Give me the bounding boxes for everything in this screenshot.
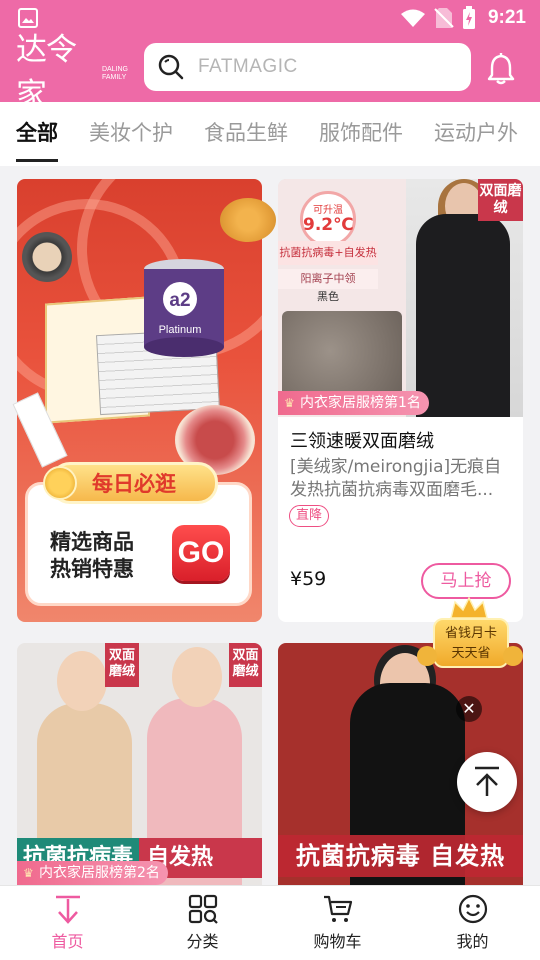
app-logo[interactable]: 达令家 DALING FAMILY xyxy=(16,32,128,113)
rank-badge: 内衣家居服榜第1名 xyxy=(278,391,429,415)
svg-text:a2: a2 xyxy=(169,290,190,311)
promo-line-2: 热销特惠 xyxy=(50,557,134,581)
nav-home-label: 首页 xyxy=(51,932,84,951)
category-tabs: 全部 美妆个护 食品生鲜 服饰配件 运动户外 xyxy=(0,102,540,166)
coin-icon xyxy=(43,466,77,500)
product-image: 双面磨绒 可升温9.2℃ 抗菌抗病毒+自发热 阳离子中领 黑色 内衣家居服榜第1… xyxy=(278,179,523,417)
cushion-compact-image xyxy=(22,232,72,282)
promo-line-1: 精选商品 xyxy=(50,530,134,554)
tab-sports[interactable]: 运动户外 xyxy=(434,102,518,166)
status-time: 9:21 xyxy=(487,7,526,28)
cart-icon xyxy=(323,895,352,922)
product-image-tag: 双面磨绒 xyxy=(229,643,262,687)
tab-apparel[interactable]: 服饰配件 xyxy=(319,102,403,166)
smile-profile-icon xyxy=(458,894,487,924)
bottom-nav: 首页 分类 购物车 我的 xyxy=(0,885,540,960)
svg-text:Platinum: Platinum xyxy=(159,324,202,336)
model-black-top xyxy=(416,214,510,417)
nav-category[interactable]: 分类 xyxy=(135,886,270,960)
back-to-top-button[interactable] xyxy=(457,752,517,812)
close-float-icon[interactable]: ✕ xyxy=(456,696,482,722)
search-input[interactable]: FATMAGIC xyxy=(144,43,471,91)
buy-now-button[interactable]: 马上抢 xyxy=(421,563,511,599)
nav-profile-label: 我的 xyxy=(456,932,489,951)
price-drop-tag: 直降 xyxy=(289,505,330,527)
product-description: [美绒家/meirongjia]无痕自发热抗菌抗病毒双面磨毛... xyxy=(290,457,502,500)
back-to-top-icon xyxy=(475,766,499,796)
nav-cart-label: 购物车 xyxy=(313,932,362,951)
temperature-badge: 可升温 9.2℃ xyxy=(300,191,356,247)
crown-icon xyxy=(450,596,488,619)
nav-cart[interactable]: 购物车 xyxy=(270,886,405,960)
no-sim-icon xyxy=(434,8,454,28)
tab-food[interactable]: 食品生鲜 xyxy=(204,102,288,166)
savings-card-plaque: 省钱月卡 天天省 xyxy=(433,618,509,668)
product-image-tag: 双面磨绒 xyxy=(478,179,523,221)
product-card-1[interactable]: 双面磨绒 可升温9.2℃ 抗菌抗病毒+自发热 阳离子中领 黑色 内衣家居服榜第1… xyxy=(278,179,523,622)
go-button[interactable]: GO xyxy=(172,525,230,581)
category-grid-icon xyxy=(188,894,218,924)
nav-category-label: 分类 xyxy=(186,932,219,951)
savings-month-card-float[interactable]: 省钱月卡 天天省 xyxy=(417,596,523,684)
logo-text: 达令家 xyxy=(16,32,77,113)
image-strip-3: 黑色 xyxy=(317,290,339,303)
tab-beauty[interactable]: 美妆个护 xyxy=(89,102,173,166)
coin-icon xyxy=(503,646,523,666)
home-arrow-icon xyxy=(55,895,80,924)
logo-subtext: DALING FAMILY xyxy=(101,66,128,81)
product-title: 三领速暖双面磨绒 xyxy=(290,431,434,452)
image-strip-1: 抗菌抗病毒+自发热 xyxy=(278,241,378,265)
search-placeholder: FATMAGIC xyxy=(198,56,298,77)
coin-icon xyxy=(417,646,437,666)
product-card-2[interactable]: 双面磨绒 双面磨绒 抗菌抗病毒 自发热 内衣家居服榜第2名 xyxy=(17,643,262,885)
nav-home[interactable]: 首页 xyxy=(0,886,135,960)
rank-badge: 内衣家居服榜第2名 xyxy=(17,861,168,885)
battery-charging-icon xyxy=(462,6,475,29)
milk-can-image: a2 Platinum xyxy=(144,259,224,357)
product-image-tag: 双面磨绒 xyxy=(105,643,139,687)
promo-band: 抗菌抗病毒 自发热 xyxy=(278,835,523,877)
model-b-face xyxy=(172,647,222,707)
cookie-image xyxy=(220,198,276,242)
app-header: 达令家 DALING FAMILY FATMAGIC xyxy=(0,32,540,113)
nav-profile[interactable]: 我的 xyxy=(405,886,540,960)
search-icon xyxy=(158,54,184,80)
tab-all[interactable]: 全部 xyxy=(16,102,58,166)
product-price: ¥59 xyxy=(290,568,327,590)
model-a-face xyxy=(57,651,107,711)
image-strip-2: 阳离子中领 xyxy=(278,269,378,289)
wifi-icon xyxy=(400,9,425,27)
bell-icon[interactable] xyxy=(484,52,518,86)
